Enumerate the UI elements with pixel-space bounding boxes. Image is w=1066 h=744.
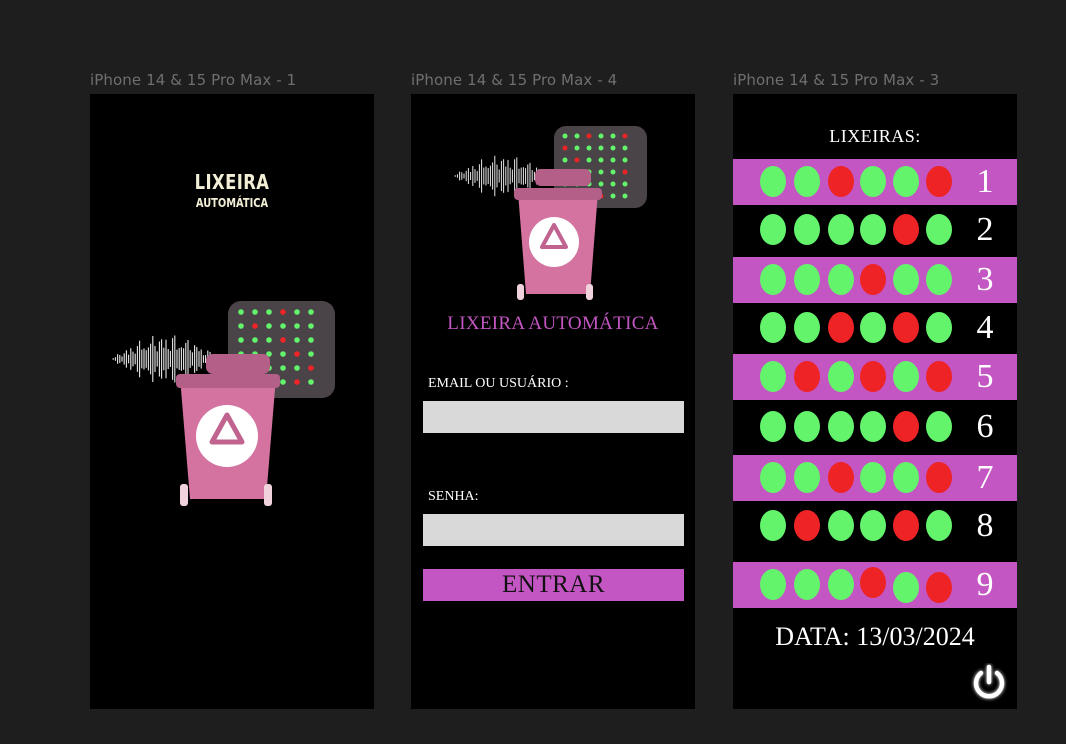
status-dot-red: [893, 510, 919, 541]
bin-number: 6: [976, 408, 994, 445]
email-label: EMAIL OU USUÁRIO :: [428, 376, 569, 391]
status-dot-red: [794, 361, 820, 392]
bin-number: 5: [976, 358, 994, 395]
status-dot-red: [893, 411, 919, 442]
status-dot-red: [893, 312, 919, 343]
bin-number: 1: [976, 163, 994, 200]
status-dot-green: [760, 361, 786, 392]
bin-number: 9: [976, 566, 994, 603]
status-dot-green: [893, 264, 919, 295]
status-dot-green: [926, 214, 952, 245]
bin-row[interactable]: 4: [733, 305, 1017, 351]
bin-illustration-small: [453, 124, 653, 304]
status-dot-green: [828, 214, 854, 245]
status-dot-red: [926, 166, 952, 197]
splash-title: LIXEIRA: [194, 170, 270, 194]
trash-bin-icon: [176, 354, 280, 506]
frame-label-1: iPhone 14 & 15 Pro Max - 1: [90, 71, 297, 89]
status-dot-green: [893, 572, 919, 603]
password-label: SENHA:: [428, 489, 479, 504]
status-dot-green: [828, 411, 854, 442]
status-dot-green: [828, 361, 854, 392]
status-dot-green: [893, 462, 919, 493]
status-dot-red: [860, 361, 886, 392]
frame-label-4: iPhone 14 & 15 Pro Max - 4: [411, 71, 618, 89]
bin-row[interactable]: 2: [733, 207, 1017, 253]
status-dot-green: [760, 264, 786, 295]
status-dot-green: [828, 569, 854, 600]
status-dot-green: [926, 411, 952, 442]
status-dot-green: [828, 510, 854, 541]
status-dot-red: [926, 572, 952, 603]
bin-row[interactable]: 9: [733, 562, 1017, 608]
status-dot-green: [760, 462, 786, 493]
status-dot-green: [860, 411, 886, 442]
status-dot-green: [760, 166, 786, 197]
bin-row[interactable]: 5: [733, 354, 1017, 400]
status-dot-green: [760, 312, 786, 343]
status-dot-green: [760, 411, 786, 442]
frame-label-3: iPhone 14 & 15 Pro Max - 3: [733, 71, 940, 89]
status-dot-green: [794, 166, 820, 197]
bin-number: 3: [976, 261, 994, 298]
bin-row[interactable]: 7: [733, 455, 1017, 501]
bin-number: 8: [976, 507, 994, 544]
splash-screen: LIXEIRA AUTOMÁTICA: [90, 94, 374, 709]
bin-row[interactable]: 3: [733, 257, 1017, 303]
status-dot-green: [860, 312, 886, 343]
status-dot-green: [860, 166, 886, 197]
bin-row[interactable]: 8: [733, 503, 1017, 549]
bin-illustration: [108, 299, 338, 509]
status-dot-red: [926, 361, 952, 392]
status-dot-green: [860, 462, 886, 493]
power-icon[interactable]: [969, 663, 1009, 703]
status-dot-green: [794, 462, 820, 493]
status-dot-red: [828, 462, 854, 493]
status-dot-red: [860, 264, 886, 295]
bin-number: 7: [976, 459, 994, 496]
status-dot-red: [794, 510, 820, 541]
status-dot-green: [860, 214, 886, 245]
status-dot-green: [794, 569, 820, 600]
bin-row[interactable]: 1: [733, 159, 1017, 205]
status-dot-green: [794, 312, 820, 343]
status-dot-green: [893, 166, 919, 197]
status-dot-green: [926, 264, 952, 295]
status-dot-green: [926, 510, 952, 541]
date-text: DATA: 13/03/2024: [775, 622, 975, 651]
password-field[interactable]: [423, 514, 684, 546]
bin-row[interactable]: 6: [733, 404, 1017, 450]
status-dot-green: [760, 214, 786, 245]
login-button[interactable]: ENTRAR: [423, 569, 684, 601]
trash-bin-icon: [514, 169, 602, 300]
status-dot-green: [828, 264, 854, 295]
email-field[interactable]: [423, 401, 684, 433]
status-dot-green: [860, 510, 886, 541]
bin-number: 4: [976, 309, 994, 346]
status-dot-green: [760, 510, 786, 541]
bin-number: 2: [976, 211, 994, 248]
status-dot-red: [828, 166, 854, 197]
status-dot-green: [794, 264, 820, 295]
bins-heading: LIXEIRAS:: [829, 126, 921, 146]
status-dot-green: [794, 411, 820, 442]
status-dot-red: [926, 462, 952, 493]
status-dot-red: [893, 214, 919, 245]
login-app-title: LIXEIRA AUTOMÁTICA: [447, 313, 659, 334]
status-dot-green: [926, 312, 952, 343]
status-dot-red: [828, 312, 854, 343]
status-dot-green: [760, 569, 786, 600]
splash-subtitle: AUTOMÁTICA: [195, 196, 269, 210]
bins-screen: LIXEIRAS: 1 2 3 4 5 6 7 8 9 DATA: 13/03/2024: [733, 94, 1017, 709]
login-screen: LIXEIRA AUTOMÁTICA EMAIL OU USUÁRIO : SE…: [411, 94, 695, 709]
status-dot-green: [893, 361, 919, 392]
status-dot-red: [860, 567, 886, 598]
status-dot-green: [794, 214, 820, 245]
